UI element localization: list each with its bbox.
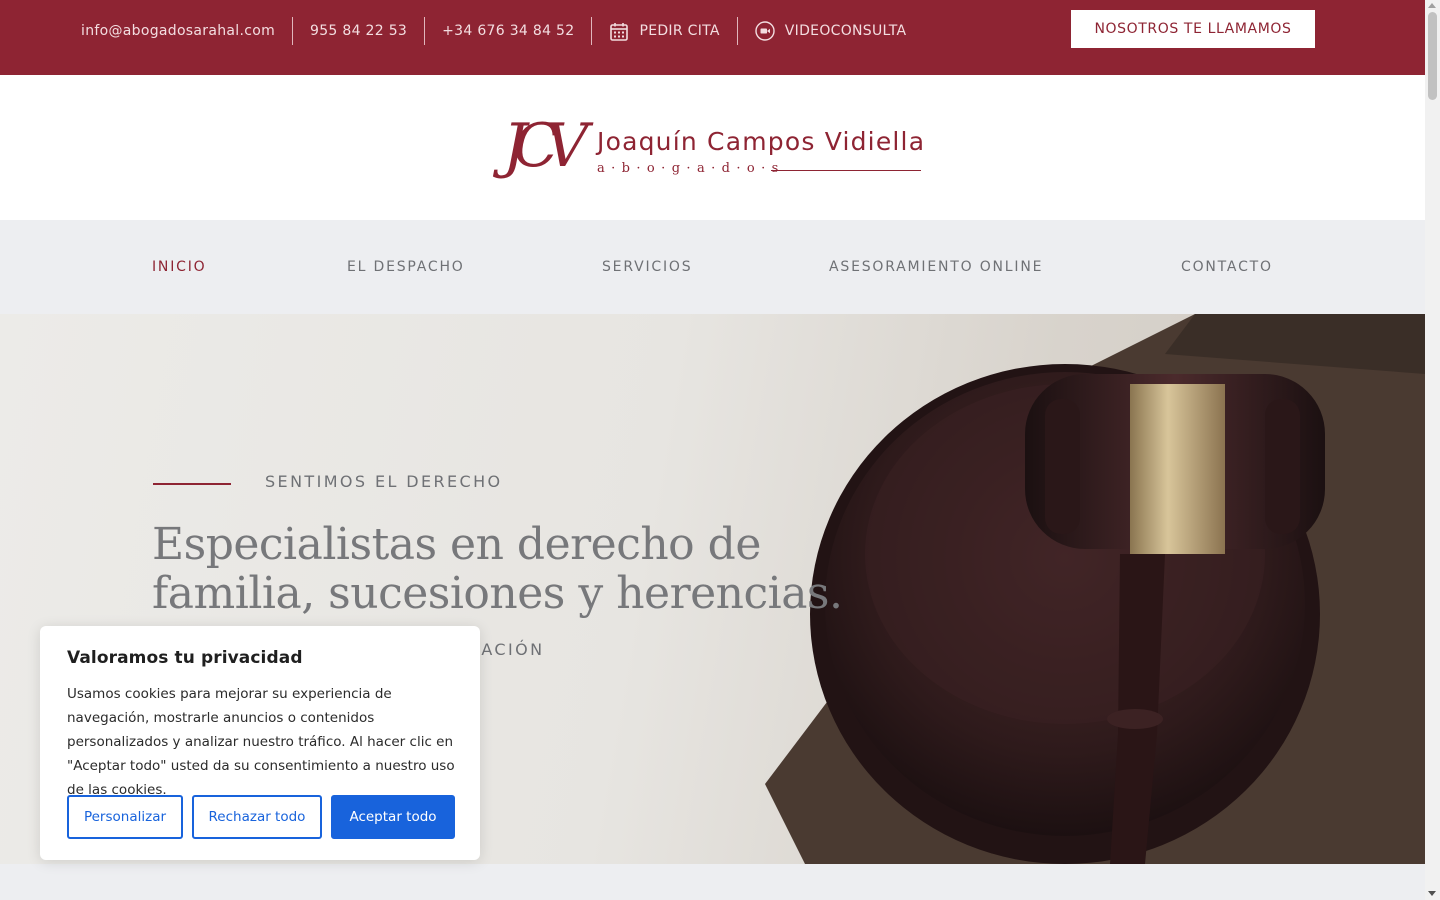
- customize-button[interactable]: Personalizar: [67, 795, 183, 839]
- nav-item-inicio[interactable]: INICIO: [152, 220, 206, 314]
- nav-item-asesoramiento-online[interactable]: ASESORAMIENTO ONLINE: [829, 220, 1043, 314]
- appointment-link[interactable]: PEDIR CITA: [609, 21, 719, 41]
- nav-item-servicios[interactable]: SERVICIOS: [602, 220, 692, 314]
- videoconsult-label: VIDEOCONSULTA: [784, 23, 907, 39]
- cookie-buttons: Personalizar Rechazar todo Aceptar todo: [67, 795, 455, 839]
- logo-monogram: JCV: [503, 111, 588, 181]
- kicker-rule: [153, 483, 231, 485]
- header-logo-area: JCV Joaquín Campos Vidiella a·b·o·g·a·d·…: [0, 75, 1425, 220]
- divider: [292, 17, 294, 45]
- cookie-text: Usamos cookies para mejorar su experienc…: [67, 686, 455, 798]
- appointment-label: PEDIR CITA: [639, 23, 720, 39]
- divider: [736, 17, 738, 45]
- hero-kicker: SENTIMOS EL DERECHO: [265, 472, 503, 491]
- call-me-button[interactable]: NOSOTROS TE LLAMAMOS: [1071, 10, 1315, 48]
- cookie-consent-dialog: Valoramos tu privacidad Usamos cookies p…: [40, 626, 480, 860]
- accept-all-button[interactable]: Aceptar todo: [331, 795, 455, 839]
- video-camera-icon: [755, 21, 775, 41]
- contact-info: info@abogadosarahal.com 955 84 22 53 +34…: [81, 0, 906, 62]
- next-section-strip: [0, 864, 1425, 900]
- videoconsult-link[interactable]: VIDEOCONSULTA: [755, 21, 907, 41]
- scroll-down-arrow[interactable]: [1428, 891, 1436, 896]
- logo[interactable]: JCV Joaquín Campos Vidiella a·b·o·g·a·d·…: [503, 111, 926, 183]
- logo-rule: [771, 170, 921, 171]
- scroll-thumb[interactable]: [1428, 12, 1437, 100]
- phone-link-2[interactable]: +34 676 34 84 52: [442, 23, 574, 39]
- nav-item-el-despacho[interactable]: EL DESPACHO: [347, 220, 465, 314]
- calendar-icon: [609, 21, 629, 41]
- logo-subtitle: a·b·o·g·a·d·o·s: [597, 161, 785, 176]
- main-nav: INICIO EL DESPACHO SERVICIOS ASESORAMIEN…: [0, 220, 1425, 314]
- scroll-up-arrow[interactable]: [1428, 3, 1436, 8]
- divider: [424, 17, 426, 45]
- phone-link-1[interactable]: 955 84 22 53: [310, 23, 407, 39]
- reject-all-button[interactable]: Rechazar todo: [192, 795, 322, 839]
- top-bar: info@abogadosarahal.com 955 84 22 53 +34…: [0, 0, 1425, 75]
- hero-headline: Especialistas en derecho de familia, suc…: [152, 519, 843, 619]
- logo-name: Joaquín Campos Vidiella: [597, 127, 926, 156]
- nav-item-contacto[interactable]: CONTACTO: [1181, 220, 1273, 314]
- page-scrollbar[interactable]: [1425, 0, 1440, 900]
- email-link[interactable]: info@abogadosarahal.com: [81, 23, 275, 39]
- divider: [591, 17, 593, 45]
- cookie-title: Valoramos tu privacidad: [67, 648, 303, 668]
